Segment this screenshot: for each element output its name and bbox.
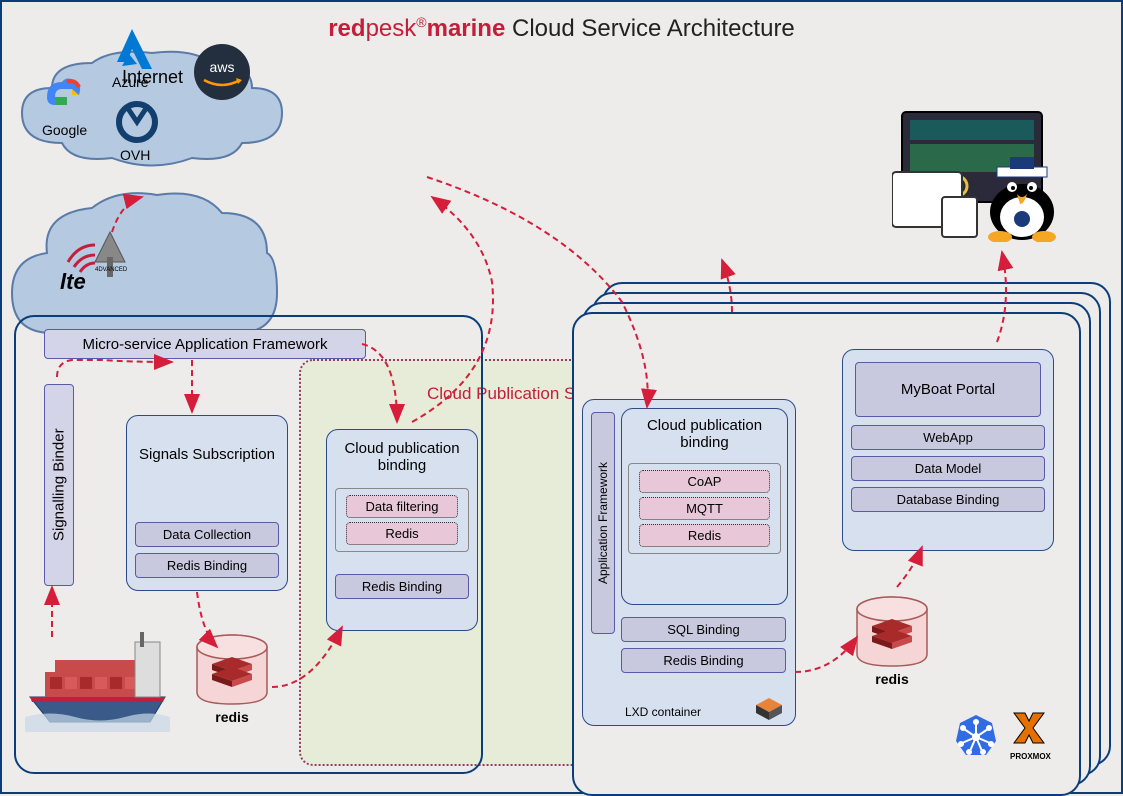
page-title: redpesk®marine Cloud Service Architectur… bbox=[2, 2, 1121, 43]
cloud-pub-binding-left: Cloud publication binding Data filtering… bbox=[326, 429, 478, 631]
sql-binding-box: SQL Binding bbox=[621, 617, 786, 642]
redis-binding-box-3: Redis Binding bbox=[621, 648, 786, 673]
lte-icon: lte 4DVANCED bbox=[60, 227, 142, 295]
app-framework-vertical: Application Framework bbox=[591, 412, 615, 634]
lxd-container-icon bbox=[753, 695, 785, 721]
signals-subscription-group: Signals Subscription Data Collection Red… bbox=[126, 415, 288, 591]
architecture-diagram: redpesk®marine Cloud Service Architectur… bbox=[2, 2, 1121, 792]
myboat-portal-group: MyBoat Portal WebApp Data Model Database… bbox=[842, 349, 1054, 551]
data-collection-box: Data Collection bbox=[135, 522, 279, 547]
title-reg: ® bbox=[416, 14, 426, 30]
signalling-binder-box: Signalling Binder bbox=[44, 384, 74, 586]
webapp-box: WebApp bbox=[851, 425, 1045, 450]
redis-db-left: redis bbox=[192, 632, 272, 725]
proxmox-icon: PROXMOX bbox=[1010, 709, 1051, 761]
redis-binding-box-1: Redis Binding bbox=[135, 553, 279, 578]
myboat-title: MyBoat Portal bbox=[855, 362, 1041, 417]
azure-icon bbox=[107, 24, 157, 74]
ovh-icon bbox=[112, 97, 162, 147]
ship-icon bbox=[20, 622, 170, 737]
title-marine: marine bbox=[427, 15, 506, 42]
redis-inner-right: Redis bbox=[639, 524, 770, 547]
title-red: red bbox=[328, 15, 365, 42]
redis-db-right: redis bbox=[852, 594, 932, 687]
data-model-box: Data Model bbox=[851, 456, 1045, 481]
title-rest: Cloud Service Architecture bbox=[505, 15, 794, 42]
mqtt-box: MQTT bbox=[639, 497, 770, 520]
aws-icon: aws bbox=[192, 42, 252, 102]
lte-label: lte bbox=[60, 269, 86, 295]
dashboard-monitor-icon: 57 78 bbox=[892, 102, 1102, 242]
azure-label: Azure bbox=[112, 74, 149, 90]
data-filtering-box: Data filtering bbox=[346, 495, 458, 518]
cloud-pub-left-title: Cloud publication binding bbox=[327, 430, 477, 484]
google-cloud-icon bbox=[37, 67, 87, 117]
lxd-label: LXD container bbox=[613, 705, 713, 719]
cloud-pub-binding-right: Cloud publication binding CoAP MQTT Redi… bbox=[621, 408, 788, 605]
right-stack-1: Application Framework Cloud publication … bbox=[572, 312, 1081, 796]
redis-inner-left: Redis bbox=[346, 522, 458, 545]
ovh-label: OVH bbox=[120, 147, 150, 163]
lte-advanced-label: 4DVANCED bbox=[95, 267, 127, 273]
redis-binding-box-2: Redis Binding bbox=[335, 574, 469, 599]
database-binding-box: Database Binding bbox=[851, 487, 1045, 512]
title-pesk: pesk bbox=[366, 15, 417, 42]
signals-subscription-title: Signals Subscription bbox=[127, 416, 287, 492]
coap-box: CoAP bbox=[639, 470, 770, 493]
lxd-container-group: Application Framework Cloud publication … bbox=[582, 399, 796, 726]
kubernetes-icon bbox=[952, 711, 1000, 759]
google-label: Google bbox=[42, 122, 87, 138]
cloud-pub-right-title: Cloud publication binding bbox=[622, 409, 787, 459]
micro-service-framework-box: Micro-service Application Framework bbox=[44, 329, 366, 359]
proxmox-label: PROXMOX bbox=[1010, 752, 1051, 761]
svg-text:aws: aws bbox=[210, 59, 235, 75]
k8s-proxmox-logos: PROXMOX bbox=[952, 709, 1051, 761]
